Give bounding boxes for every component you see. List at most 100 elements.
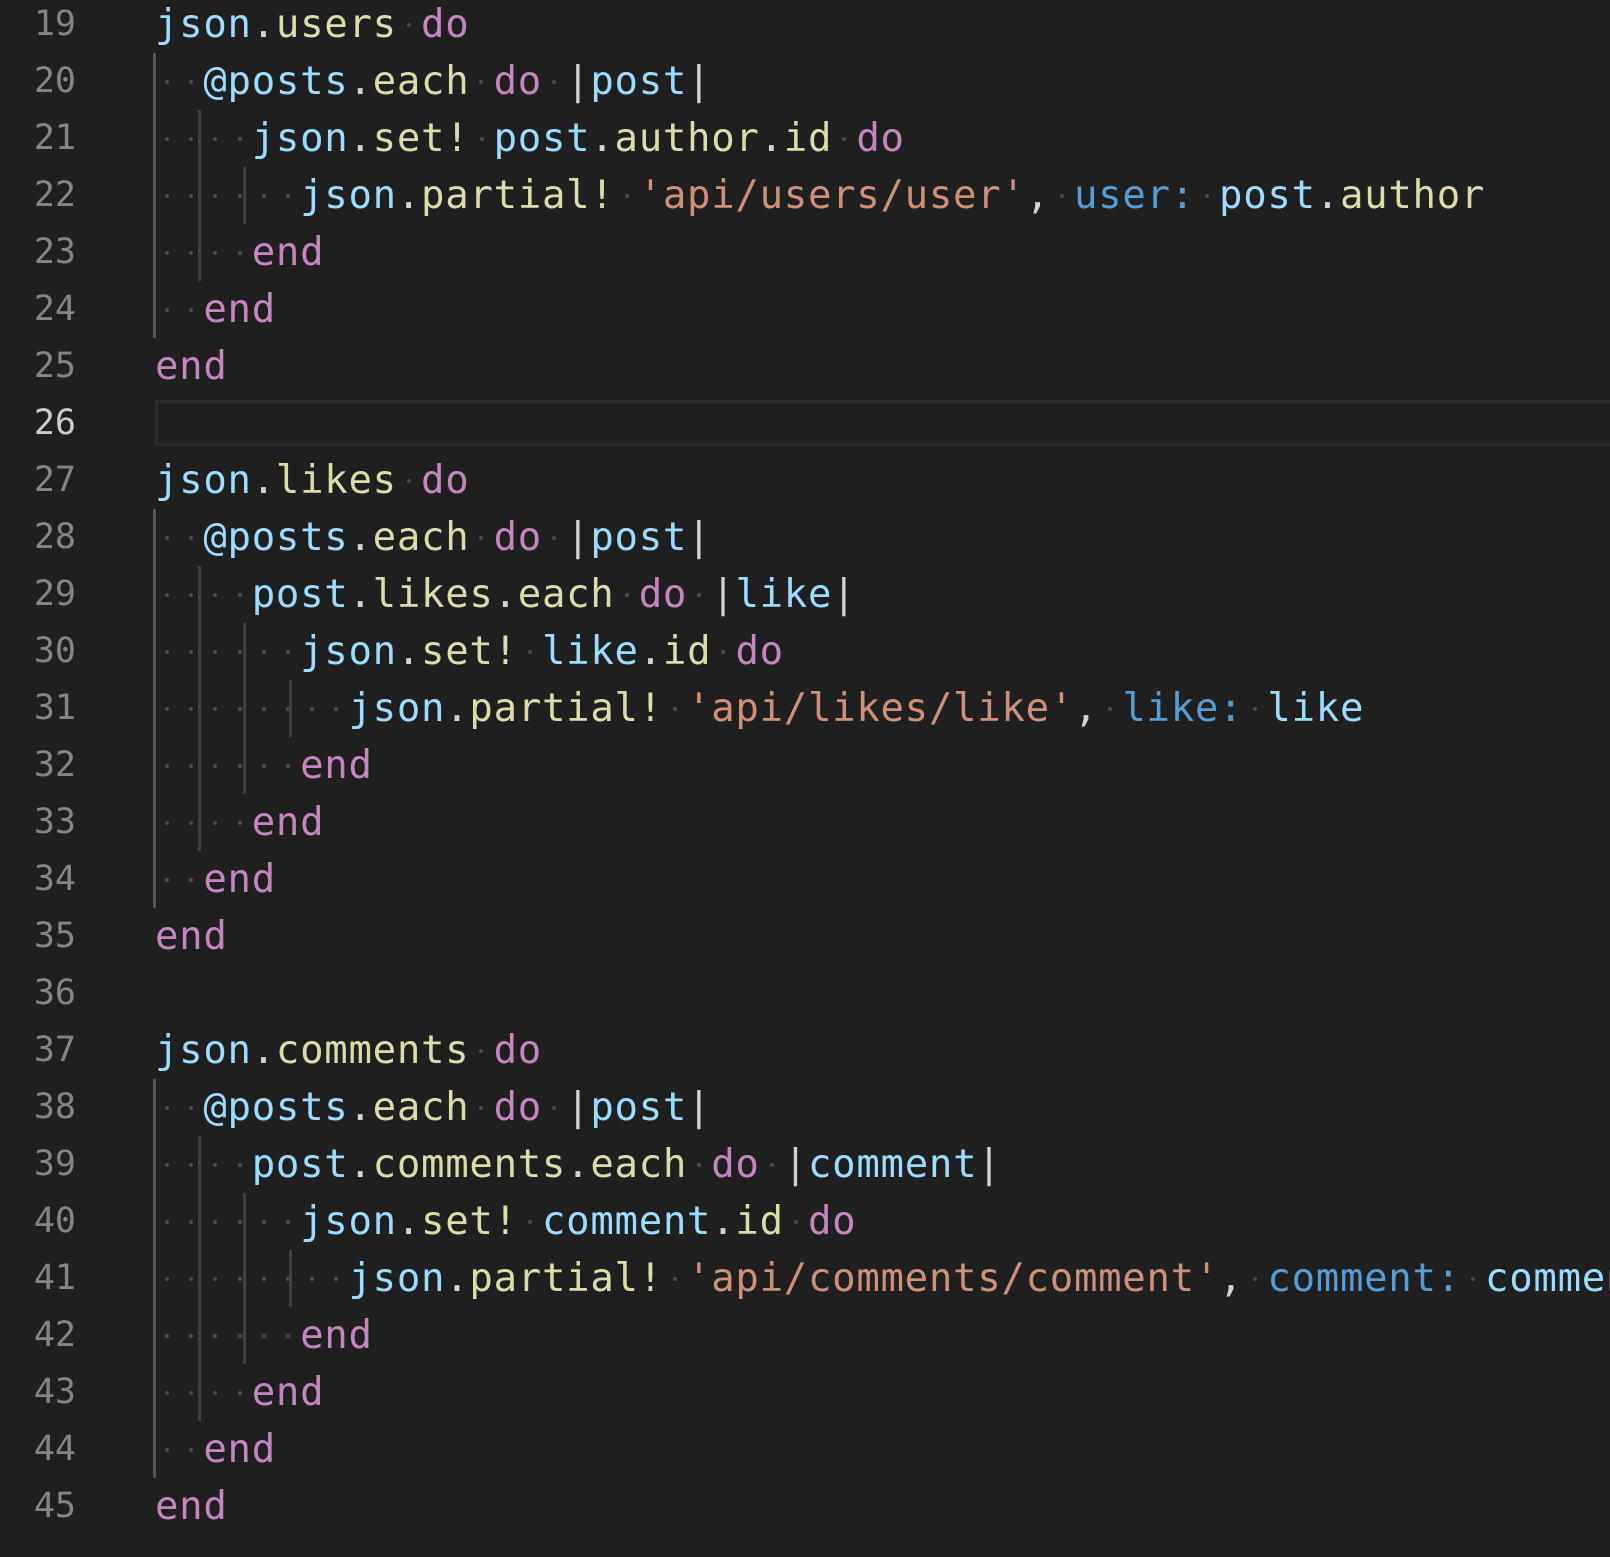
code-keyword: end [251, 800, 325, 845]
code-line[interactable]: 30 json.set! like.id do [0, 623, 1610, 680]
whitespace-dot [228, 1193, 252, 1250]
code-identifier: json [300, 629, 397, 674]
whitespace-dot [469, 1022, 493, 1079]
code-method: set! [421, 1199, 518, 1244]
code-line[interactable]: 37 json.comments do [0, 1022, 1610, 1079]
code-keyword: end [251, 230, 325, 275]
whitespace-dot [252, 1307, 276, 1364]
indent-guide [198, 1136, 202, 1421]
whitespace-dot [203, 1250, 227, 1307]
code-line[interactable]: 45 end [0, 1478, 1610, 1535]
whitespace-dot [179, 281, 203, 338]
code-keyword: do [493, 1028, 542, 1073]
whitespace-dot [155, 1250, 179, 1307]
whitespace-dot [203, 623, 227, 680]
code-keyword: do [807, 1199, 857, 1244]
code-keyword: do [421, 458, 470, 503]
code-line[interactable]: 24 end [0, 281, 1610, 338]
code-identifier: like [735, 572, 833, 617]
code-line[interactable]: 27 json.likes do [0, 452, 1610, 509]
code-keyword: end [251, 1370, 325, 1415]
whitespace-dot [252, 1250, 276, 1307]
whitespace-dot [228, 1250, 252, 1307]
code-line[interactable]: 21 json.set! post.author.id do [0, 110, 1610, 167]
code-keyword: end [300, 743, 373, 788]
code-line[interactable]: 28 @posts.each do |post| [0, 509, 1610, 566]
code-line[interactable]: 41 json.partial! 'api/comments/comment',… [0, 1250, 1610, 1307]
whitespace-dot [542, 509, 566, 566]
whitespace-dot [397, 0, 421, 53]
code-line[interactable]: 38 @posts.each do |post| [0, 1079, 1610, 1136]
code-identifier: like [1267, 686, 1365, 731]
whitespace-dot [155, 224, 179, 281]
code-punctuation: . [251, 1028, 276, 1073]
code-line[interactable]: 44 end [0, 1421, 1610, 1478]
line-number: 25 [33, 346, 76, 386]
whitespace-dot [155, 1193, 179, 1250]
whitespace-dot [228, 1307, 252, 1364]
code-keyword: end [203, 857, 276, 902]
line-number: 27 [33, 460, 76, 500]
code-identifier: json [155, 2, 252, 47]
whitespace-dot [832, 110, 856, 167]
whitespace-dot [155, 1079, 179, 1136]
code-keyword: do [421, 2, 470, 47]
whitespace-dot [155, 851, 179, 908]
code-punctuation: . [445, 686, 470, 731]
code-keyword: end [300, 1313, 373, 1358]
code-line[interactable]: 31 json.partial! 'api/likes/like', like:… [0, 680, 1610, 737]
code-content: json.comments do [155, 1022, 542, 1079]
whitespace-dot [155, 1364, 179, 1421]
code-punctuation: , [1025, 173, 1050, 218]
line-number: 33 [33, 802, 76, 842]
whitespace-dot [518, 1193, 542, 1250]
code-symbol: comment: [1267, 1256, 1461, 1301]
code-line[interactable]: 29 post.likes.each do |like| [0, 566, 1610, 623]
code-line[interactable]: 42 end [0, 1307, 1610, 1364]
code-method: users [275, 2, 397, 47]
whitespace-dot [1195, 167, 1219, 224]
whitespace-dot [179, 1079, 203, 1136]
code-line[interactable]: 40 json.set! comment.id do [0, 1193, 1610, 1250]
line-number: 43 [33, 1372, 76, 1412]
whitespace-dot [179, 1421, 203, 1478]
code-line[interactable]: 36 [0, 965, 1610, 1022]
code-line[interactable]: 33 end [0, 794, 1610, 851]
code-editor[interactable]: 19 json.users do 20 @posts.each do |post| 2… [0, 0, 1610, 1557]
whitespace-dot [203, 1307, 227, 1364]
code-line[interactable]: 26 [0, 395, 1610, 452]
code-line[interactable]: 19 json.users do [0, 0, 1610, 53]
line-number: 42 [33, 1315, 76, 1355]
code-line[interactable]: 43 end [0, 1364, 1610, 1421]
code-line[interactable]: 35 end [0, 908, 1610, 965]
code-line[interactable]: 23 end [0, 224, 1610, 281]
code-line[interactable]: 32 end [0, 737, 1610, 794]
code-line[interactable]: 34 end [0, 851, 1610, 908]
code-pipe: | [711, 572, 736, 617]
code-punctuation: . [348, 572, 373, 617]
code-keyword: do [493, 1085, 542, 1130]
code-identifier: @posts [203, 1085, 349, 1130]
code-punctuation: . [396, 1199, 422, 1244]
whitespace-dot [155, 167, 179, 224]
code-punctuation: . [251, 458, 276, 503]
code-line[interactable]: 39 post.comments.each do |comment| [0, 1136, 1610, 1193]
whitespace-dot [228, 224, 252, 281]
code-line[interactable]: 20 @posts.each do |post| [0, 53, 1610, 110]
code-method: partial! [469, 1256, 663, 1301]
code-keyword: end [203, 287, 276, 332]
code-content: json.partial! 'api/comments/comment', co… [155, 1250, 1610, 1307]
code-line[interactable]: 22 json.partial! 'api/users/user', user:… [0, 167, 1610, 224]
whitespace-dot [228, 737, 252, 794]
whitespace-dot [1098, 680, 1122, 737]
code-content: end [155, 1364, 324, 1421]
indent-guide [153, 1079, 156, 1478]
line-number: 23 [33, 232, 76, 272]
code-line[interactable]: 25 end [0, 338, 1610, 395]
whitespace-dot [276, 167, 300, 224]
code-string: 'api/users/user' [638, 173, 1026, 218]
line-number: 32 [33, 745, 76, 785]
whitespace-dot [687, 566, 711, 623]
code-identifier: @posts [203, 59, 349, 104]
code-content: end [155, 737, 373, 794]
